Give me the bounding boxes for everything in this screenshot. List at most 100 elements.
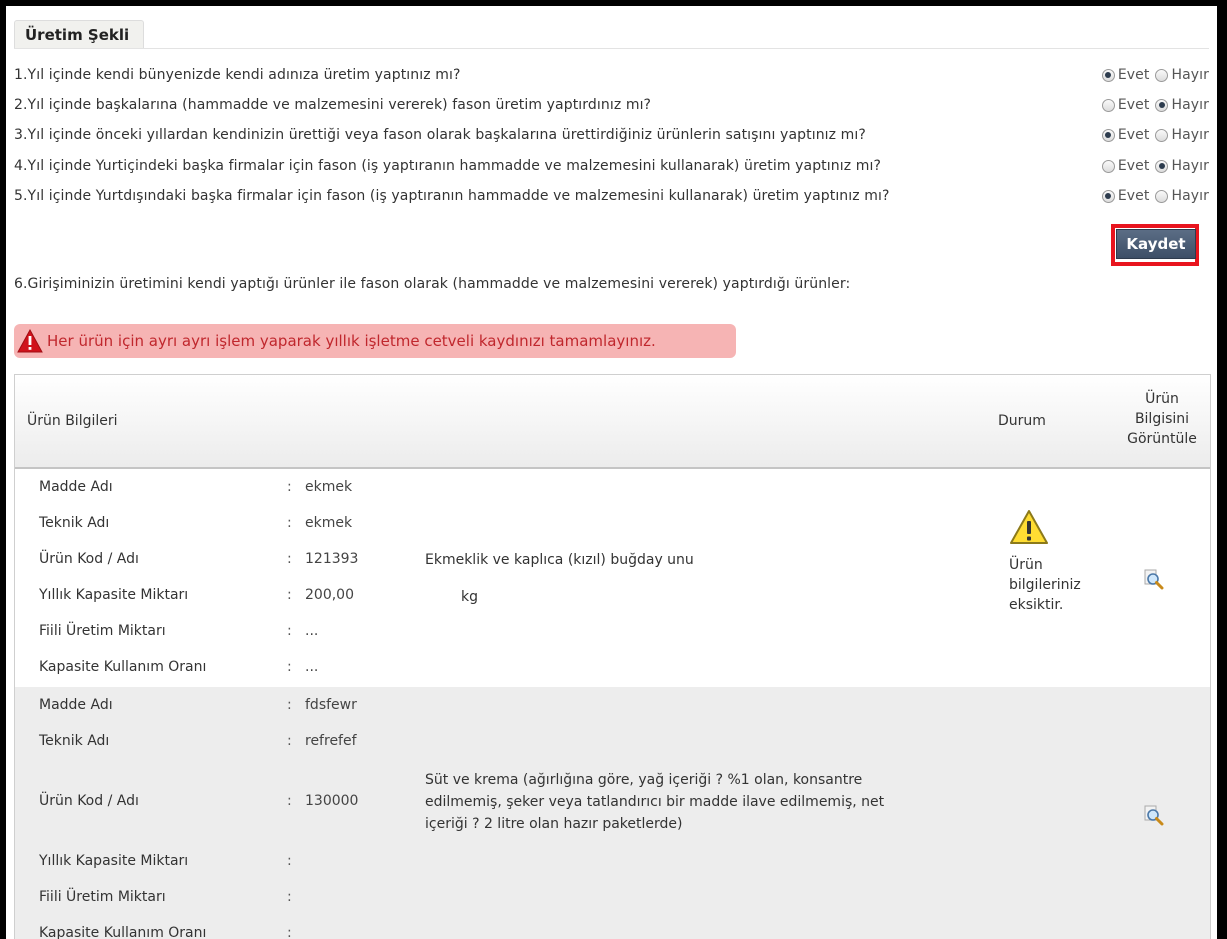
radio-yes-label[interactable]: Evet [1118, 90, 1150, 120]
label-teknik-adi: Teknik Adı [39, 515, 110, 531]
radio-no-label[interactable]: Hayır [1171, 120, 1209, 150]
radio-no[interactable] [1155, 128, 1169, 142]
section-divider [14, 48, 1209, 49]
status-cell: Ürün bilgileriniz eksiktir. [1009, 509, 1119, 615]
table-row: Madde Adı : fdsfewr Teknik Adı : refrefe… [15, 687, 1210, 939]
magnifier-icon[interactable] [1142, 568, 1164, 590]
value-kapasite: 200,00 [305, 587, 354, 603]
description-line: edilmemiş, şeker veya tatlandırıcı bir m… [425, 794, 885, 810]
question-6: 6.Girişiminizin üretimini kendi yaptığı … [14, 269, 1214, 299]
section-title: Üretim Şekli [14, 20, 145, 49]
question-6-text: 6.Girişiminizin üretimini kendi yaptığı … [14, 276, 851, 292]
colon: : [287, 925, 292, 939]
question-options: Evet Hayır [1091, 151, 1209, 181]
value-unit: kg [461, 589, 478, 605]
colon: : [287, 733, 292, 749]
label-fiili: Fiili Üretim Miktarı [39, 889, 166, 905]
header-view-line-3: Görüntüle [1127, 431, 1197, 447]
header-product-info: Ürün Bilgileri [27, 413, 118, 429]
status-line: bilgileriniz [1009, 577, 1081, 593]
colon: : [287, 587, 292, 603]
colon: : [287, 479, 292, 495]
question-text: 4.Yıl içinde Yurtiçindeki başka firmalar… [14, 158, 881, 174]
label-oran: Kapasite Kullanım Oranı [39, 659, 207, 675]
radio-yes[interactable] [1101, 98, 1115, 112]
description-line: Süt ve krema (ağırlığına göre, yağ içeri… [425, 772, 863, 788]
label-madde-adi: Madde Adı [39, 479, 113, 495]
warning-icon [1010, 510, 1048, 544]
question-3: 3.Yıl içinde önceki yıllardan kendinizin… [14, 120, 1214, 150]
value-teknik-adi: ekmek [305, 515, 353, 531]
question-options: Evet Hayır [1091, 60, 1209, 90]
radio-no[interactable] [1155, 98, 1169, 112]
radio-yes-label[interactable]: Evet [1118, 151, 1150, 181]
value-urun-kod: 121393 [305, 551, 359, 567]
question-text: 5.Yıl içinde Yurtdışındaki başka firmala… [14, 188, 890, 204]
header-status: Durum [998, 413, 1046, 429]
question-1: 1.Yıl içinde kendi bünyenizde kendi adın… [14, 60, 1214, 90]
production-form: Üretim Şekli 1.Yıl içinde kendi bünyeniz… [6, 6, 1217, 939]
label-kapasite: Yıllık Kapasite Miktarı [39, 853, 189, 869]
question-5: 5.Yıl içinde Yurtdışındaki başka firmala… [14, 181, 1214, 211]
question-options: Evet Hayır [1091, 120, 1209, 150]
label-urun-kod: Ürün Kod / Adı [39, 551, 139, 567]
radio-yes-label[interactable]: Evet [1118, 120, 1150, 150]
colon: : [287, 551, 292, 567]
label-oran: Kapasite Kullanım Oranı [39, 925, 207, 939]
question-options: Evet Hayır [1091, 90, 1209, 120]
status-line: Ürün [1009, 557, 1043, 573]
radio-yes[interactable] [1101, 189, 1115, 203]
radio-no[interactable] [1155, 189, 1169, 203]
question-text: 3.Yıl içinde önceki yıllardan kendinizin… [14, 127, 866, 143]
radio-yes[interactable] [1101, 68, 1115, 82]
value-fiili: ... [305, 623, 319, 639]
colon: : [287, 697, 292, 713]
label-kapasite: Yıllık Kapasite Miktarı [39, 587, 189, 603]
value-oran: ... [305, 659, 319, 675]
radio-yes-label[interactable]: Evet [1118, 60, 1150, 90]
warning-icon [17, 329, 43, 353]
header-view-line-1: Ürün [1145, 391, 1179, 407]
save-button[interactable]: Kaydet [1116, 229, 1196, 259]
value-urun-kod: 130000 [305, 793, 359, 809]
product-table: Ürün Bilgileri Durum Ürün Bilgisini Görü… [14, 374, 1211, 939]
question-text: 2.Yıl içinde başkalarına (hammadde ve ma… [14, 97, 652, 113]
radio-yes[interactable] [1101, 159, 1115, 173]
value-urun-adi: Süt ve krema (ağırlığına göre, yağ içeri… [425, 769, 884, 835]
colon: : [287, 793, 292, 809]
save-button-highlight: Kaydet [1111, 224, 1199, 266]
label-teknik-adi: Teknik Adı [39, 733, 110, 749]
value-madde-adi: fdsfewr [305, 697, 357, 713]
radio-yes[interactable] [1101, 128, 1115, 142]
radio-no-label[interactable]: Hayır [1171, 151, 1209, 181]
label-madde-adi: Madde Adı [39, 697, 113, 713]
colon: : [287, 515, 292, 531]
question-text: 1.Yıl içinde kendi bünyenizde kendi adın… [14, 67, 461, 83]
radio-no-label[interactable]: Hayır [1171, 60, 1209, 90]
label-fiili: Fiili Üretim Miktarı [39, 623, 166, 639]
radio-no-label[interactable]: Hayır [1171, 181, 1209, 211]
radio-yes-label[interactable]: Evet [1118, 181, 1150, 211]
status-line: eksiktir. [1009, 597, 1064, 613]
colon: : [287, 853, 292, 869]
radio-no[interactable] [1155, 68, 1169, 82]
value-teknik-adi: refrefef [305, 733, 357, 749]
table-header: Ürün Bilgileri Durum Ürün Bilgisini Görü… [15, 375, 1210, 469]
colon: : [287, 659, 292, 675]
value-madde-adi: ekmek [305, 479, 353, 495]
alert-banner: Her ürün için ayrı ayrı işlem yaparak yı… [14, 324, 736, 358]
alert-text: Her ürün için ayrı ayrı işlem yaparak yı… [47, 332, 656, 350]
header-view-product: Ürün Bilgisini Görüntüle [1117, 389, 1207, 449]
colon: : [287, 889, 292, 905]
question-options: Evet Hayır [1091, 181, 1209, 211]
table-row: Madde Adı : ekmek Teknik Adı : ekmek Ürü… [15, 469, 1210, 687]
radio-no-label[interactable]: Hayır [1171, 90, 1209, 120]
colon: : [287, 623, 292, 639]
question-2: 2.Yıl içinde başkalarına (hammadde ve ma… [14, 90, 1214, 120]
label-urun-kod: Ürün Kod / Adı [39, 793, 139, 809]
value-urun-adi: Ekmeklik ve kaplıca (kızıl) buğday unu [425, 552, 694, 568]
header-view-line-2: Bilgisini [1134, 411, 1190, 427]
radio-no[interactable] [1155, 159, 1169, 173]
magnifier-icon[interactable] [1142, 804, 1164, 826]
status-text: Ürün bilgileriniz eksiktir. [1009, 555, 1119, 615]
